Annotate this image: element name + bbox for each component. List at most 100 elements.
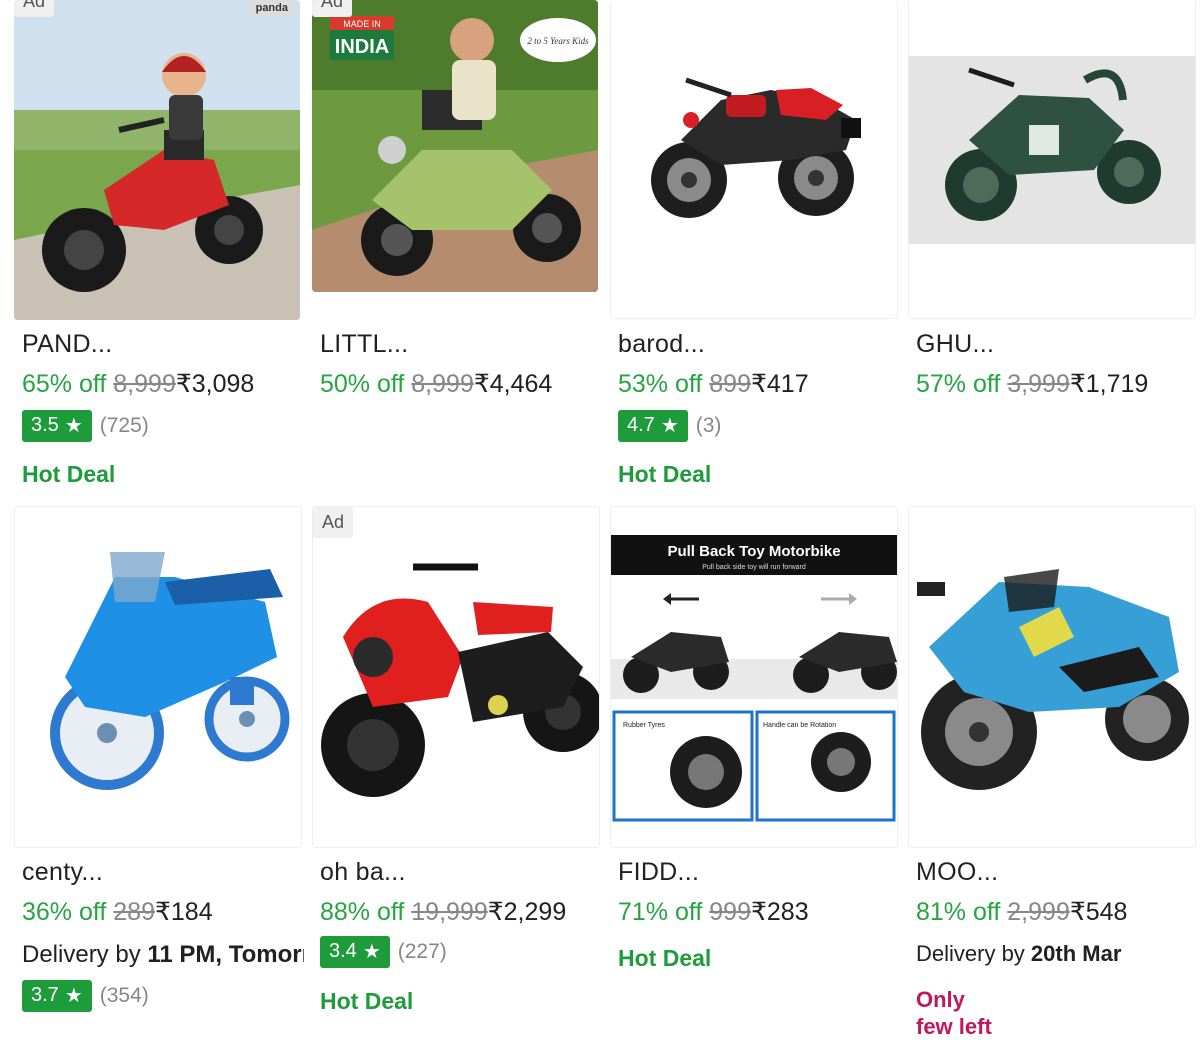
rating-count: (227) <box>397 940 447 963</box>
discount-text: 81% off <box>916 898 1001 926</box>
star-icon: ★ <box>64 415 83 437</box>
product-image[interactable]: Ad MADE IN INDIA 2 to 5 Years Kids <box>312 0 598 292</box>
red-kids-tricycle-bike-icon <box>313 507 599 847</box>
discount-text: 88% off <box>320 898 405 926</box>
rating-value: 3.4 <box>329 940 357 962</box>
price-row: 57% off 3,999₹1,719 <box>916 369 1198 399</box>
price-text: ₹548 <box>1069 898 1128 926</box>
delivery-time: 11 PM, Tomorrow <box>147 941 304 968</box>
hot-deal-label: Hot Deal <box>618 945 712 971</box>
blue-toy-bike-icon <box>15 507 301 847</box>
mrp-text: 19,999 <box>411 898 488 926</box>
product-title[interactable]: LITTL... <box>320 330 409 359</box>
product-image[interactable] <box>14 506 302 848</box>
price-text: ₹1,719 <box>1069 370 1149 398</box>
callout-handle-text: Handle can be Rotation <box>763 722 836 729</box>
product-title[interactable]: centy... <box>22 858 103 887</box>
product-image[interactable]: Ad panda <box>14 0 300 320</box>
brand-logo: panda <box>249 0 294 16</box>
star-icon: ★ <box>64 985 83 1007</box>
mrp-text: 999 <box>709 898 751 926</box>
ad-badge: Ad <box>312 0 353 17</box>
hot-deal-label: Hot Deal <box>618 461 712 487</box>
rating-value: 3.5 <box>31 414 59 436</box>
product-image[interactable] <box>908 0 1196 319</box>
product-image[interactable] <box>610 0 898 319</box>
discount-text: 50% off <box>320 370 405 398</box>
hot-deal-label: Hot Deal <box>320 988 414 1014</box>
price-text: ₹283 <box>751 898 809 926</box>
callout-rubber-text: Rubber Tyres <box>623 722 665 729</box>
price-row: 53% off 899₹417 <box>618 369 900 399</box>
discount-text: 71% off <box>618 898 703 926</box>
product-title[interactable]: oh ba... <box>320 858 406 887</box>
mrp-text: 8,999 <box>411 370 474 398</box>
price-text: ₹184 <box>155 898 213 926</box>
ad-badge: Ad <box>313 507 354 538</box>
delivery-prefix: Delivery by <box>22 941 148 968</box>
rating-count: (725) <box>99 414 149 437</box>
price-row: 65% off 8,999₹3,098 <box>22 369 304 399</box>
rating-count: (3) <box>695 414 722 437</box>
star-icon: ★ <box>362 941 381 963</box>
delivery-time: 20th Mar <box>1030 941 1122 966</box>
red-kids-electric-motorbike-icon <box>14 0 300 320</box>
discount-text: 57% off <box>916 370 1001 398</box>
rating-count: (354) <box>99 984 149 1007</box>
stock-warning: Only few left <box>916 986 992 1040</box>
rating-row: 4.7 ★ (3) <box>618 410 721 442</box>
banner-india-text: INDIA <box>335 36 389 58</box>
age-cloud-text: 2 to 5 Years Kids <box>527 36 589 46</box>
pull-back-toy-motorbike-icon: Pull Back Toy Motorbike Pull back side t… <box>611 507 897 847</box>
image-sub-text: Pull back side toy will run forward <box>702 564 806 571</box>
green-tricycle-bike-icon <box>909 0 1195 318</box>
star-icon: ★ <box>660 415 679 437</box>
delivery-info: Delivery by 20th Mar <box>916 941 1198 967</box>
stock-line-1: Only <box>916 987 965 1012</box>
price-row: 71% off 999₹283 <box>618 897 900 927</box>
rating-chip: 4.7 ★ <box>618 410 688 442</box>
mrp-text: 289 <box>113 898 155 926</box>
product-title[interactable]: FIDD... <box>618 858 699 887</box>
rating-value: 3.7 <box>31 984 59 1006</box>
blue-sport-toy-motorbike-icon <box>909 507 1195 847</box>
delivery-prefix: Delivery by <box>916 941 1031 966</box>
green-kids-motorbike-icon: MADE IN INDIA 2 to 5 Years Kids <box>312 0 598 292</box>
mrp-text: 8,999 <box>113 370 176 398</box>
product-image[interactable]: Ad <box>312 506 600 848</box>
hot-deal-label: Hot Deal <box>22 461 116 487</box>
rating-chip: 3.4 ★ <box>320 936 390 968</box>
price-row: 88% off 19,999₹2,299 <box>320 897 602 927</box>
image-header-text: Pull Back Toy Motorbike <box>667 543 840 560</box>
price-text: ₹417 <box>751 370 809 398</box>
rating-chip: 3.7 ★ <box>22 980 92 1012</box>
rating-value: 4.7 <box>627 414 655 436</box>
product-title[interactable]: barod... <box>618 330 705 359</box>
product-title[interactable]: PAND... <box>22 330 113 359</box>
delivery-info: Delivery by 11 PM, Tomorrow <box>22 941 304 969</box>
price-text: ₹3,098 <box>175 370 255 398</box>
discount-text: 36% off <box>22 898 107 926</box>
discount-text: 65% off <box>22 370 107 398</box>
rating-chip: 3.5 ★ <box>22 410 92 442</box>
price-row: 36% off 289₹184 <box>22 897 304 927</box>
red-black-toy-motorbike-icon <box>611 0 897 318</box>
mrp-text: 899 <box>709 370 751 398</box>
mrp-text: 2,999 <box>1007 898 1070 926</box>
product-title[interactable]: MOO... <box>916 858 998 887</box>
mrp-text: 3,999 <box>1007 370 1070 398</box>
price-row: 81% off 2,999₹548 <box>916 897 1198 927</box>
product-image[interactable] <box>908 506 1196 848</box>
price-row: 50% off 8,999₹4,464 <box>320 369 602 399</box>
price-text: ₹4,464 <box>473 370 553 398</box>
price-text: ₹2,299 <box>487 898 567 926</box>
product-image[interactable]: Pull Back Toy Motorbike Pull back side t… <box>610 506 898 848</box>
rating-row: 3.5 ★ (725) <box>22 410 149 442</box>
made-in-text: MADE IN <box>343 19 381 29</box>
rating-row: 3.7 ★ (354) <box>22 980 149 1012</box>
ad-badge: Ad <box>14 0 55 17</box>
stock-line-2: few left <box>916 1014 992 1039</box>
discount-text: 53% off <box>618 370 703 398</box>
rating-row: 3.4 ★ (227) <box>320 936 447 968</box>
product-title[interactable]: GHU... <box>916 330 994 359</box>
